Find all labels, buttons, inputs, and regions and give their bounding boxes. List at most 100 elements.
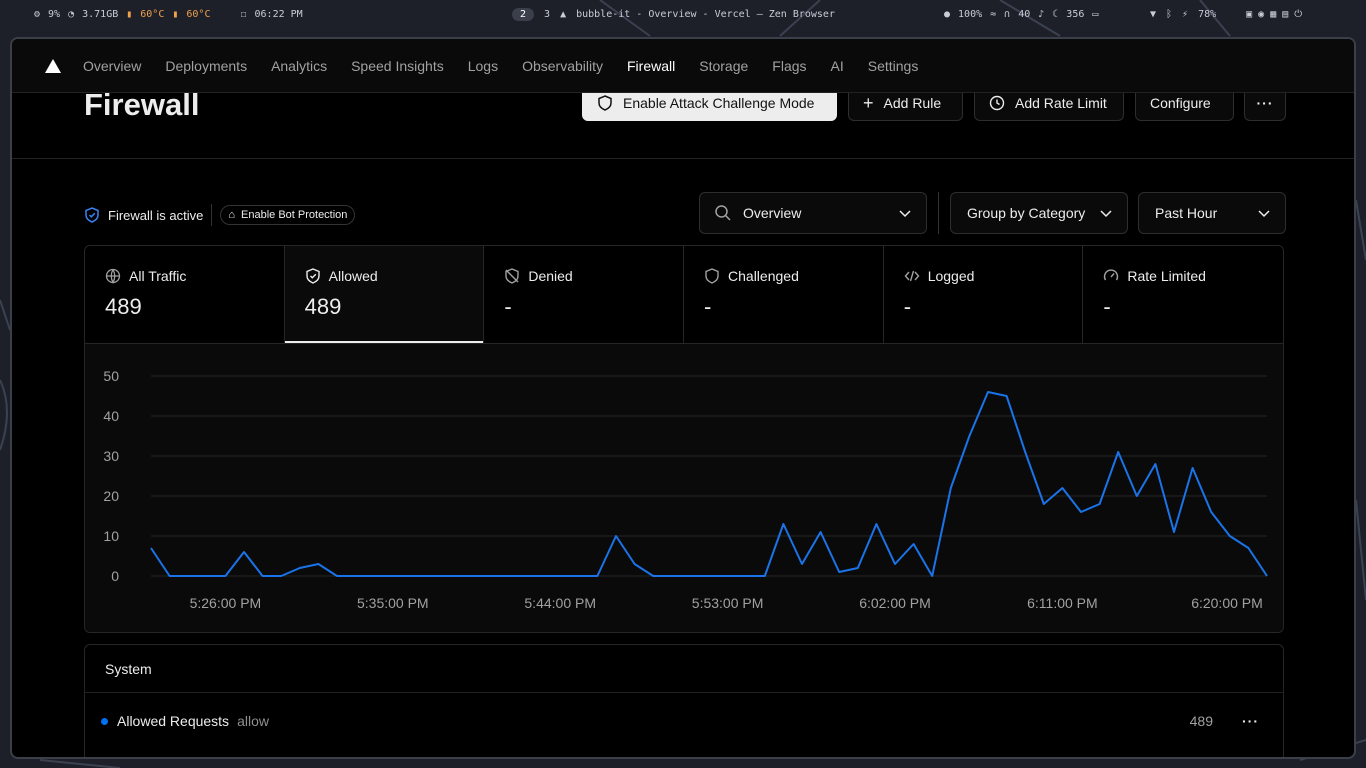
stat-challenged[interactable]: Challenged - — [684, 246, 884, 343]
x-tick-label: 5:44:00 PM — [524, 595, 596, 611]
search-icon — [715, 205, 731, 221]
x-tick-label: 5:53:00 PM — [692, 595, 764, 611]
brightness: 100% — [958, 8, 983, 20]
stat-label: Logged — [927, 268, 975, 284]
x-tick-label: 6:20:00 PM — [1191, 595, 1263, 611]
traffic-line-chart: 50 40 30 20 10 0 5:26:00 PM 5:35:00 PM 5:44:00 P… — [103, 368, 1268, 611]
page-header: Firewall Enable Attack Challenge Mode + … — [12, 85, 1354, 159]
stat-all-traffic[interactable]: All Traffic 489 — [85, 246, 285, 343]
stat-label: Rate Limited — [1127, 268, 1206, 284]
stat-value: - — [903, 294, 912, 319]
y-tick-label: 50 — [103, 368, 119, 384]
shield-check-icon — [305, 268, 320, 284]
brightness-icon: ● — [944, 8, 951, 20]
memory-usage: 3.71GB — [82, 8, 119, 20]
list-item[interactable]: Allowed Requests allow 489 ··· — [85, 693, 1283, 749]
status-dot — [101, 717, 108, 725]
wifi-icon: ≈ — [990, 8, 997, 20]
night-icon: ☾ — [1052, 8, 1059, 20]
shield-check-icon — [85, 207, 99, 223]
y-tick-label: 30 — [103, 448, 119, 464]
tab-settings[interactable]: Settings — [868, 58, 919, 74]
traffic-panel: All Traffic 489 Allowed 489 Denied - Cha… — [84, 245, 1284, 633]
shield-icon — [598, 95, 612, 111]
clock: 06:22 PM — [254, 8, 303, 20]
attack-challenge-label: Enable Attack Challenge Mode — [623, 95, 815, 111]
tab-overview[interactable]: Overview — [83, 58, 141, 74]
view-select-value: Overview — [743, 205, 802, 221]
vercel-icon: ▲ — [560, 8, 567, 20]
group-select-value: Group by Category — [967, 205, 1086, 221]
code-icon — [904, 270, 920, 282]
tab-speed-insights[interactable]: Speed Insights — [351, 58, 444, 74]
workspace-3[interactable]: 3 — [544, 9, 550, 20]
stat-label: Denied — [528, 268, 573, 284]
shield-icon — [705, 268, 719, 284]
firewall-status-text: Firewall is active — [108, 207, 204, 223]
stat-value: - — [704, 294, 712, 319]
series-line-allowed[interactable] — [150, 391, 1268, 577]
x-tick-label: 6:11:00 PM — [1027, 595, 1098, 611]
divider — [211, 204, 213, 226]
stat-rate-limited[interactable]: Rate Limited - — [1083, 246, 1283, 343]
wifi-signal-icon[interactable]: ▼ — [1150, 9, 1156, 20]
tab-analytics[interactable]: Analytics — [271, 58, 327, 74]
stat-logged[interactable]: Logged - — [883, 246, 1084, 343]
tab-firewall[interactable]: Firewall — [627, 58, 675, 74]
enable-bot-protection-button[interactable]: ⌂ Enable Bot Protection — [220, 205, 356, 225]
project-nav: Overview Deployments Analytics Speed Ins… — [12, 39, 1354, 93]
cpu-usage: 9% — [48, 8, 61, 20]
tab-storage[interactable]: Storage — [699, 58, 748, 74]
workspace-2[interactable]: 2 — [512, 7, 535, 21]
temp-cpu: 60°C — [140, 8, 165, 20]
battery: 78% — [1198, 8, 1217, 20]
system-bar: ⚙ 9% ◔ 3.71GB ▮ 60°C ▮ 60°C ☐ 06:22 PM 2… — [0, 0, 1366, 28]
headphones-icon: ∩ — [1004, 8, 1011, 20]
gauge-icon — [1104, 269, 1119, 281]
vercel-logo-icon[interactable] — [45, 58, 61, 73]
row-more-icon[interactable]: ··· — [1242, 713, 1259, 729]
mic-value: 356 — [1066, 8, 1085, 20]
memory-icon: ◔ — [68, 8, 75, 20]
divider — [938, 192, 939, 234]
keyboard-icon: ▭ — [1092, 8, 1099, 20]
clock-icon — [989, 95, 1005, 111]
add-rate-limit-label: Add Rate Limit — [1015, 95, 1107, 111]
bluetooth-icon[interactable]: ᛒ — [1166, 9, 1172, 20]
stat-allowed[interactable]: Allowed 489 — [284, 246, 485, 343]
system-rules-panel: System Allowed Requests allow 489 ··· — [84, 644, 1284, 757]
time-range-value: Past Hour — [1155, 205, 1218, 221]
stat-label: All Traffic — [129, 268, 187, 284]
time-range-select[interactable]: Past Hour — [1138, 192, 1286, 234]
globe-icon — [105, 268, 121, 284]
temp-gpu: 60°C — [186, 8, 211, 20]
rule-count: 489 — [1189, 713, 1213, 729]
window-title: bubble-it - Overview - Vercel — Zen Brow… — [576, 8, 835, 20]
stat-value: 489 — [105, 294, 142, 319]
stat-value: - — [1103, 294, 1111, 319]
stat-label: Allowed — [328, 268, 378, 284]
tab-observability[interactable]: Observability — [522, 58, 603, 74]
tab-ai[interactable]: AI — [831, 58, 844, 74]
ellipsis-icon: ··· — [1256, 95, 1274, 111]
x-tick-label: 5:26:00 PM — [190, 595, 262, 611]
firewall-controls: Firewall is active ⌂ Enable Bot Protecti… — [84, 192, 1286, 234]
stat-label: Challenged — [728, 268, 799, 284]
tab-flags[interactable]: Flags — [772, 58, 806, 74]
stat-denied[interactable]: Denied - — [484, 246, 685, 343]
system-heading: System — [85, 645, 1283, 693]
stat-value: 489 — [304, 294, 342, 319]
tab-deployments[interactable]: Deployments — [165, 58, 247, 74]
mic-icon: ♪ — [1038, 8, 1045, 20]
robot-icon: ⌂ — [228, 209, 236, 221]
view-select[interactable]: Overview — [699, 192, 927, 234]
x-tick-label: 5:35:00 PM — [357, 595, 429, 611]
group-select[interactable]: Group by Category — [950, 192, 1128, 234]
tray-icons[interactable]: ▣ ◉ ▦ ▤ ⏻ — [1246, 9, 1302, 20]
plus-icon: + — [863, 92, 874, 113]
tab-logs[interactable]: Logs — [468, 58, 498, 74]
chevron-down-icon — [1100, 210, 1112, 218]
rule-name: Allowed Requests — [117, 713, 230, 729]
rule-action-tag: allow — [237, 713, 269, 729]
configure-label: Configure — [1150, 95, 1211, 111]
